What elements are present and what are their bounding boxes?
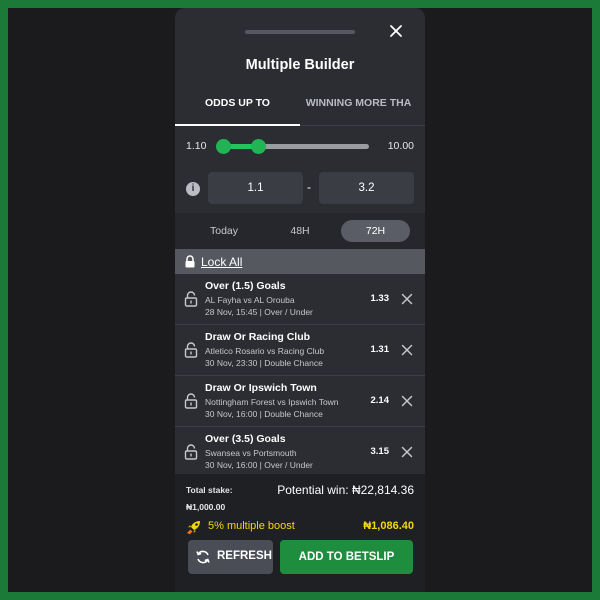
time-filter-today[interactable]: Today	[185, 220, 263, 242]
boost-label: 5% multiple boost	[208, 520, 295, 532]
selection-row: Draw Or Racing Club Atletico Rosario vs …	[175, 325, 425, 376]
total-stake-label: Total stake:	[186, 485, 233, 495]
selection-odds: 1.31	[370, 344, 390, 355]
unlock-icon[interactable]	[184, 291, 198, 312]
selection-teams: AL Fayha vs AL Orouba	[205, 295, 295, 305]
selection-odds: 1.33	[370, 293, 390, 304]
selection-teams: Swansea vs Portsmouth	[205, 448, 297, 458]
selection-meta: 30 Nov, 16:00 | Over / Under	[205, 460, 313, 470]
unlock-icon[interactable]	[184, 393, 198, 414]
tab-bar: ODDS UP TO WINNING MORE THA	[175, 92, 425, 126]
selection-odds: 3.15	[370, 446, 390, 457]
time-filter-72h[interactable]: 72H	[341, 220, 410, 242]
selection-market: Draw Or Ipswich Town	[205, 382, 317, 394]
slider-track[interactable]	[216, 139, 369, 154]
betslip-summary: Total stake: ₦1,000.00 Potential win: ₦2…	[175, 474, 425, 592]
drag-handle[interactable]	[245, 30, 355, 34]
tab-odds-up-to[interactable]: ODDS UP TO	[175, 92, 300, 126]
close-icon[interactable]	[387, 22, 405, 40]
slider-thumb-high[interactable]	[251, 139, 267, 154]
selection-market: Over (1.5) Goals	[205, 280, 286, 292]
remove-selection-icon[interactable]	[401, 445, 413, 463]
selection-row: Draw Or Ipswich Town Nottingham Forest v…	[175, 376, 425, 427]
odds-to-field[interactable]: 3.2	[319, 172, 414, 204]
selection-meta: 30 Nov, 16:00 | Double Chance	[205, 409, 323, 419]
potential-win-value: ₦22,814.36	[351, 483, 414, 497]
slider-max-label: 10.00	[387, 140, 414, 152]
time-filter-bar: Today 48H 72H	[175, 213, 425, 249]
odds-range-slider: 1.10 10.00	[175, 137, 425, 157]
selection-odds: 2.14	[370, 395, 390, 406]
remove-selection-icon[interactable]	[401, 394, 413, 412]
odds-from-field[interactable]: 1.1	[208, 172, 303, 204]
unlock-icon[interactable]	[184, 342, 198, 363]
selection-row: Over (1.5) Goals AL Fayha vs AL Orouba 2…	[175, 274, 425, 325]
selection-row: Over (3.5) Goals Swansea vs Portsmouth 3…	[175, 427, 425, 478]
selection-meta: 30 Nov, 23:30 | Double Chance	[205, 358, 323, 368]
lock-all-bar: Lock All	[175, 249, 425, 274]
selection-market: Over (3.5) Goals	[205, 433, 286, 445]
remove-selection-icon[interactable]	[401, 292, 413, 310]
rocket-icon	[186, 519, 202, 540]
page-title: Multiple Builder	[245, 57, 355, 73]
add-to-betslip-button[interactable]: ADD TO BETSLIP	[280, 540, 413, 574]
lock-icon	[184, 255, 196, 273]
potential-win-label: Potential win:	[277, 483, 349, 497]
lock-all-button[interactable]: Lock All	[201, 255, 242, 269]
multiple-builder-sheet: Multiple Builder ODDS UP TO WINNING MORE…	[175, 8, 425, 592]
range-separator: -	[307, 180, 311, 194]
selection-teams: Nottingham Forest vs Ipswich Town	[205, 397, 339, 407]
unlock-icon[interactable]	[184, 444, 198, 465]
slider-thumb-low[interactable]	[216, 139, 231, 154]
slider-min-label: 1.10	[186, 140, 207, 152]
time-filter-48h[interactable]: 48H	[261, 220, 339, 242]
potential-win: Potential win: ₦22,814.36	[277, 483, 414, 497]
info-icon[interactable]: i	[186, 182, 200, 196]
total-stake-value: ₦1,000.00	[186, 502, 226, 512]
refresh-icon	[195, 549, 211, 570]
refresh-button[interactable]: REFRESH	[188, 540, 273, 574]
selection-teams: Atletico Rosario vs Racing Club	[205, 346, 325, 356]
selection-market: Draw Or Racing Club	[205, 331, 311, 343]
remove-selection-icon[interactable]	[401, 343, 413, 361]
refresh-label: REFRESH	[217, 550, 272, 562]
boost-value: ₦1,086.40	[363, 520, 414, 532]
selection-meta: 28 Nov, 15:45 | Over / Under	[205, 307, 313, 317]
tab-winning-more-than[interactable]: WINNING MORE THA	[300, 92, 417, 126]
